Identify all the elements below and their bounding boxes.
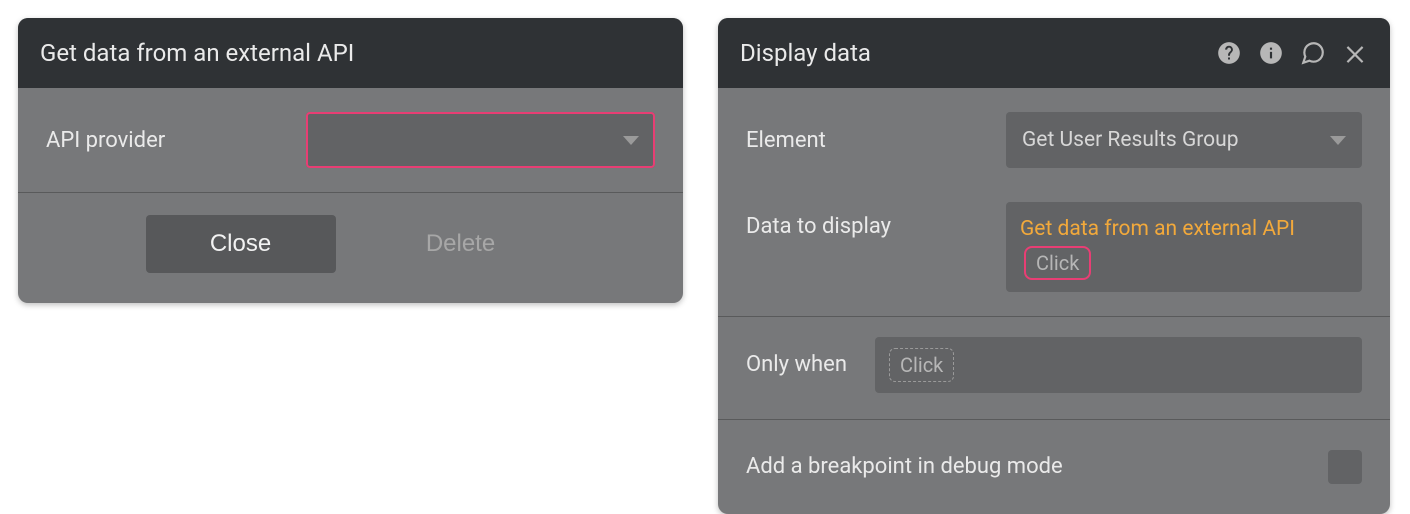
only-when-click-pill[interactable]: Click: [889, 348, 954, 382]
close-button[interactable]: Close: [146, 215, 336, 273]
element-row: Element Get User Results Group: [718, 88, 1390, 192]
close-icon[interactable]: [1342, 40, 1368, 66]
only-when-row: Only when Click: [718, 316, 1390, 419]
display-data-panel-body: Element Get User Results Group Data to d…: [718, 88, 1390, 514]
api-provider-label: API provider: [46, 128, 306, 153]
get-data-button-row: Close Delete: [18, 192, 683, 303]
expression-text: Get data from an external API: [1020, 214, 1300, 246]
expression-click-pill[interactable]: Click: [1024, 246, 1091, 280]
debug-checkbox[interactable]: [1328, 450, 1362, 484]
api-provider-dropdown[interactable]: [306, 112, 655, 168]
header-icons: [1216, 40, 1368, 66]
get-data-panel-title: Get data from an external API: [40, 39, 354, 67]
info-icon[interactable]: [1258, 40, 1284, 66]
display-data-panel: Display data Element Get User Results Gr…: [718, 18, 1390, 514]
get-data-panel-header: Get data from an external API: [18, 18, 683, 88]
data-to-display-row: Data to display Get data from an externa…: [718, 192, 1390, 316]
get-data-panel: Get data from an external API API provid…: [18, 18, 683, 303]
element-dropdown[interactable]: Get User Results Group: [1006, 112, 1362, 168]
data-to-display-expression[interactable]: Get data from an external API Click: [1006, 202, 1362, 292]
display-data-panel-header: Display data: [718, 18, 1390, 88]
api-provider-row: API provider: [18, 88, 683, 192]
help-icon[interactable]: [1216, 40, 1242, 66]
element-value: Get User Results Group: [1022, 128, 1239, 152]
only-when-label: Only when: [746, 352, 847, 377]
debug-label: Add a breakpoint in debug mode: [746, 454, 1063, 479]
get-data-panel-body: API provider Close Delete: [18, 88, 683, 303]
chevron-down-icon: [623, 136, 639, 145]
delete-button[interactable]: Delete: [366, 215, 556, 273]
comment-icon[interactable]: [1300, 40, 1326, 66]
display-data-panel-title: Display data: [740, 39, 871, 67]
element-label: Element: [746, 128, 1006, 153]
only-when-expression[interactable]: Click: [875, 337, 1362, 393]
debug-row: Add a breakpoint in debug mode: [718, 419, 1390, 514]
data-to-display-label: Data to display: [746, 202, 1006, 239]
chevron-down-icon: [1330, 136, 1346, 145]
